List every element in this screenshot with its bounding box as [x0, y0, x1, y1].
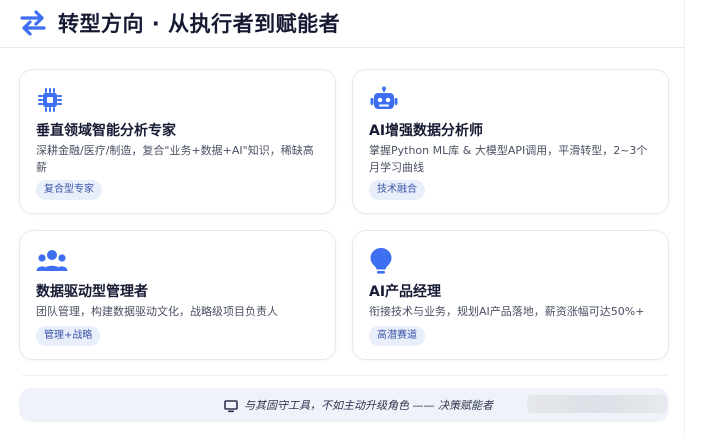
- slide-page: 转型方向 · 从执行者到赋能者 垂直领域智能分析专家 深耕金融/医疗/制造，复合…: [0, 0, 684, 438]
- role-card-vertical-expert: 垂直领域智能分析专家 深耕金融/医疗/制造，复合"业务+数据+AI"知识，稀缺高…: [19, 69, 336, 214]
- card-tag: 管理+战略: [36, 326, 101, 346]
- swap-arrows-icon: [18, 8, 48, 38]
- card-description: 团队管理，构建数据驱动文化，战略级项目负责人: [36, 305, 278, 318]
- page-title: 转型方向 · 从执行者到赋能者: [58, 12, 341, 36]
- quote-text: 与其固守工具，不如主动升级角色 —— 决策赋能者: [244, 399, 493, 412]
- header-divider: [0, 47, 684, 48]
- card-tag: 高潜赛道: [369, 326, 425, 346]
- lightbulb-icon: [369, 247, 397, 275]
- monitor-icon: [224, 398, 238, 413]
- card-description: 掌握Python ML库 & 大模型API调用，平滑转型，2~3个月学习曲线: [369, 144, 648, 174]
- card-title: AI增强数据分析师: [369, 123, 484, 139]
- card-title: 数据驱动型管理者: [36, 284, 148, 300]
- chip-icon: [36, 86, 64, 114]
- role-card-data-manager: 数据驱动型管理者 团队管理，构建数据驱动文化，战略级项目负责人 管理+战略: [19, 230, 336, 360]
- robot-icon: [369, 86, 398, 114]
- card-tag: 技术融合: [369, 180, 425, 200]
- footer-divider: [22, 375, 667, 376]
- role-card-ai-analyst: AI增强数据分析师 掌握Python ML库 & 大模型API调用，平滑转型，2…: [352, 69, 669, 214]
- role-card-ai-pm: AI产品经理 衔接技术与业务，规划AI产品落地，薪资涨幅可达50%+ 高潜赛道: [352, 230, 669, 360]
- card-description: 衔接技术与业务，规划AI产品落地，薪资涨幅可达50%+: [369, 305, 645, 318]
- card-title: AI产品经理: [369, 284, 442, 300]
- card-tag: 复合型专家: [36, 180, 102, 200]
- section-header: 转型方向 · 从执行者到赋能者: [18, 8, 340, 38]
- users-icon: [36, 247, 68, 275]
- blurred-watermark: [527, 395, 667, 413]
- card-title: 垂直领域智能分析专家: [36, 123, 176, 139]
- page-edge: [684, 0, 706, 438]
- card-description: 深耕金融/医疗/制造，复合"业务+数据+AI"知识，稀缺高薪: [36, 144, 314, 174]
